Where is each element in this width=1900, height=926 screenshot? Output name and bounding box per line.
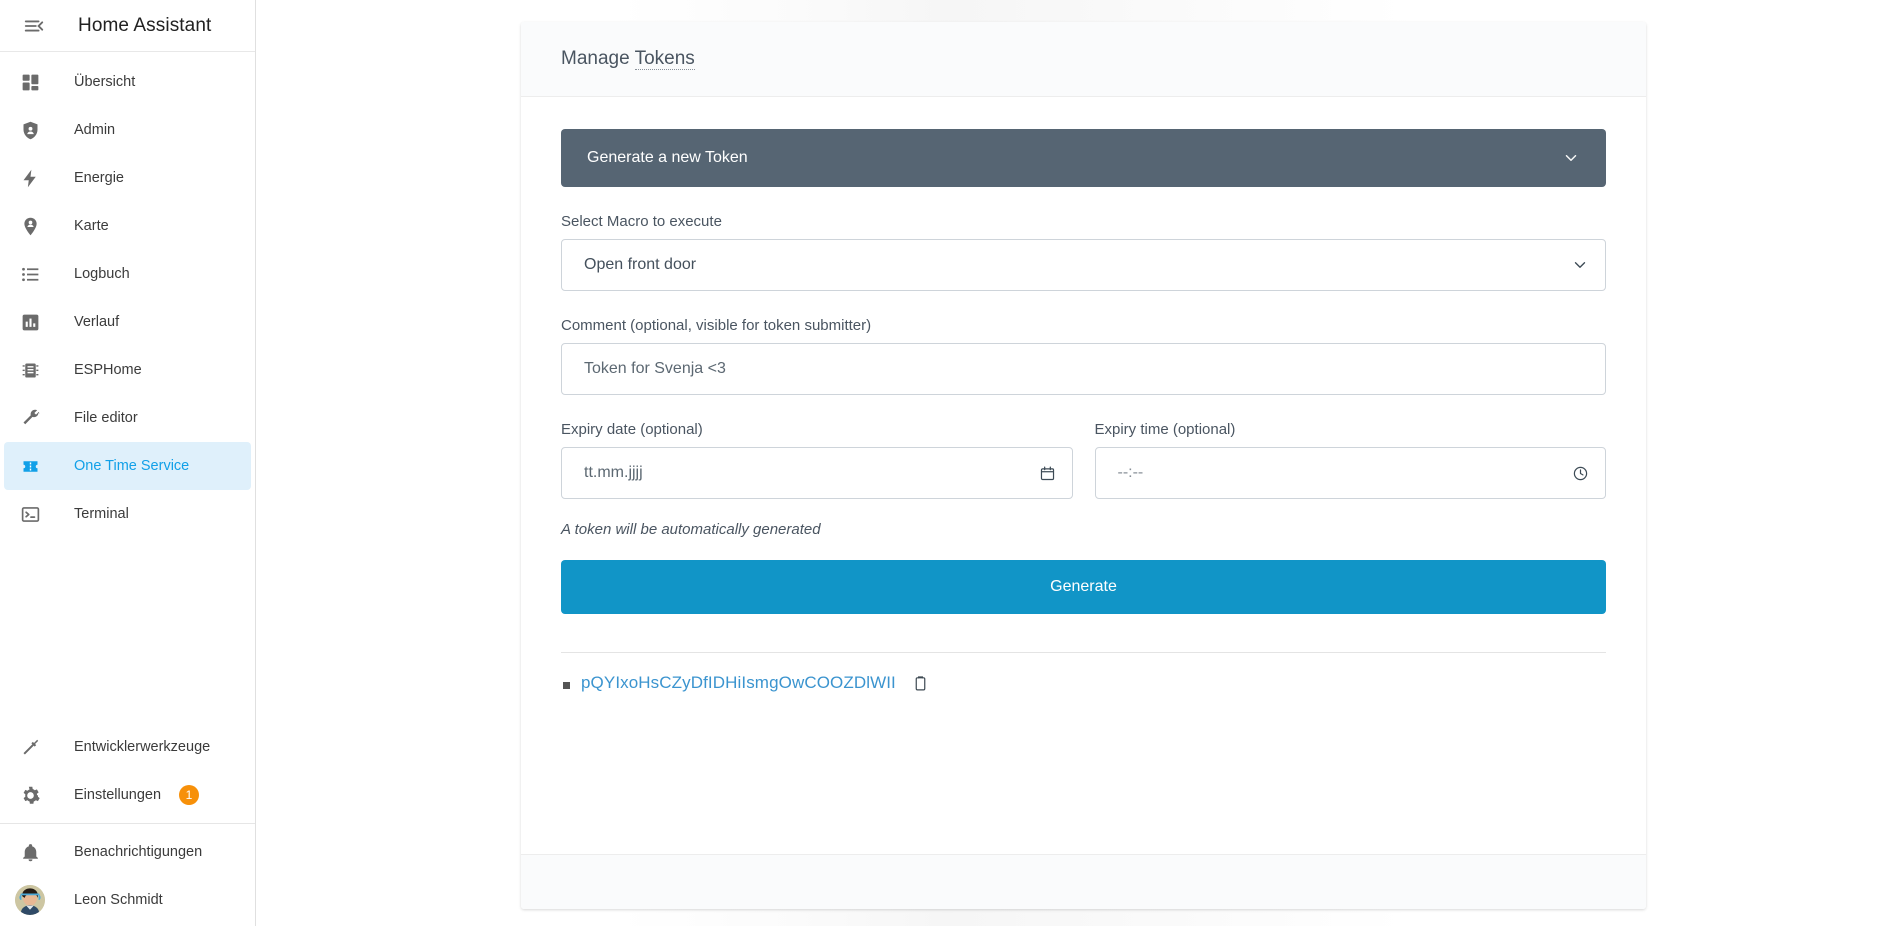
- sidebar-item-terminal[interactable]: Terminal: [4, 490, 251, 538]
- clipboard-icon[interactable]: [912, 675, 929, 692]
- app-root: Home Assistant Übersicht Admin Energie K…: [0, 0, 1900, 926]
- accordion-label: Generate a new Token: [587, 149, 748, 166]
- token-list: pQYIxoHsCZyDfIDHiIsmgOwCOOZDlWII: [561, 673, 1606, 693]
- chevron-down-icon: [1562, 149, 1580, 167]
- sidebar-item-energie[interactable]: Energie: [4, 154, 251, 202]
- view-dashboard-icon: [16, 68, 44, 96]
- expiry-time-label: Expiry time (optional): [1094, 421, 1236, 438]
- format-list-bulleted-icon: [16, 260, 44, 288]
- list-item: pQYIxoHsCZyDfIDHiIsmgOwCOOZDlWII: [563, 673, 1606, 693]
- ticket-icon: [16, 452, 44, 480]
- bell-icon: [16, 838, 44, 866]
- generate-token-accordion-header[interactable]: Generate a new Token: [561, 129, 1606, 187]
- expiry-row: Expiry date (optional) tt.mm.jjjj Expiry…: [561, 421, 1606, 499]
- macro-select[interactable]: Open front door: [561, 239, 1606, 291]
- sidebar-item-label: ESPHome: [74, 362, 142, 378]
- expiry-date-label: Expiry date (optional): [561, 421, 703, 438]
- sidebar-item-label: Energie: [74, 170, 124, 186]
- sidebar-item-benachrichtigungen[interactable]: Benachrichtigungen: [4, 828, 251, 876]
- sidebar-item-label: Verlauf: [74, 314, 120, 330]
- sidebar-item-karte[interactable]: Karte: [4, 202, 251, 250]
- page-title: Manage Tokens: [561, 48, 695, 70]
- sidebar-item-label: Karte: [74, 218, 109, 234]
- clock-icon[interactable]: [1572, 465, 1589, 482]
- expiry-date-placeholder: tt.mm.jjjj: [584, 464, 643, 481]
- token-auto-hint: A token will be automatically generated: [561, 521, 821, 538]
- map-marker-account-icon: [16, 212, 44, 240]
- card-body: Generate a new Token Select Macro to exe…: [521, 97, 1646, 854]
- expiry-time-input[interactable]: --:--: [1094, 447, 1606, 499]
- chart-box-icon: [16, 308, 44, 336]
- card-header: Manage Tokens: [521, 22, 1646, 97]
- sidebar-item-file-editor[interactable]: File editor: [4, 394, 251, 442]
- chevron-down-icon: [1571, 256, 1589, 274]
- cog-icon: [16, 781, 44, 809]
- bullet-icon: [563, 682, 570, 689]
- tokens-tooltip-word[interactable]: Tokens: [634, 48, 695, 70]
- generate-button[interactable]: Generate: [561, 560, 1606, 614]
- sidebar-item-label: Benachrichtigungen: [74, 844, 203, 860]
- status-badge: 1: [179, 785, 199, 805]
- hammer-icon: [16, 733, 44, 761]
- comment-label: Comment (optional, visible for token sub…: [561, 317, 872, 334]
- sidebar-item-einstellungen[interactable]: Einstellungen 1: [4, 771, 251, 819]
- macro-field-group: Select Macro to execute Open front door: [561, 213, 1606, 291]
- expiry-date-field-group: Expiry date (optional) tt.mm.jjjj: [561, 421, 1073, 499]
- comment-value: Token for Svenja <3: [584, 360, 726, 377]
- token-link[interactable]: pQYIxoHsCZyDfIDHiIsmgOwCOOZDlWII: [581, 673, 896, 693]
- wrench-icon: [16, 404, 44, 432]
- sidebar-item-label: Admin: [74, 122, 116, 138]
- page-title-prefix: Manage: [561, 48, 635, 69]
- manage-tokens-card: Manage Tokens Generate a new Token Selec…: [521, 22, 1646, 909]
- sidebar-item-label: One Time Service: [74, 458, 190, 474]
- sidebar-bottom-group: Entwicklerwerkzeuge Einstellungen 1 Bena…: [0, 723, 255, 926]
- shield-account-icon: [16, 116, 44, 144]
- sidebar-item-label: Übersicht: [74, 74, 136, 90]
- console-icon: [16, 500, 44, 528]
- hamburger-collapse-icon[interactable]: [14, 6, 54, 46]
- sidebar-item-admin[interactable]: Admin: [4, 106, 251, 154]
- sidebar-item-one-time-service[interactable]: One Time Service: [4, 442, 251, 490]
- sidebar-item-label: Einstellungen: [74, 787, 162, 803]
- sidebar-item-label: Logbuch: [74, 266, 130, 282]
- sidebar-item-user-profile[interactable]: Leon Schmidt: [4, 876, 251, 924]
- main-content: Manage Tokens Generate a new Token Selec…: [256, 0, 1900, 926]
- sidebar-item-entwicklerwerkzeuge[interactable]: Entwicklerwerkzeuge: [4, 723, 251, 771]
- expiry-time-field-group: Expiry time (optional) --:--: [1094, 421, 1606, 499]
- sidebar-item-label: File editor: [74, 410, 138, 426]
- card-footer: [521, 854, 1646, 909]
- sidebar-item-logbuch[interactable]: Logbuch: [4, 250, 251, 298]
- sidebar-nav: Übersicht Admin Energie Karte Logbuch Ve…: [0, 52, 255, 538]
- comment-field-group: Comment (optional, visible for token sub…: [561, 317, 1606, 395]
- sidebar-header: Home Assistant: [0, 0, 255, 52]
- sidebar-item-esphome[interactable]: ESPHome: [4, 346, 251, 394]
- app-title: Home Assistant: [78, 14, 212, 36]
- chip-icon: [16, 356, 44, 384]
- sidebar-item-label: Leon Schmidt: [74, 892, 163, 908]
- avatar: [14, 885, 45, 915]
- expiry-time-placeholder: --:--: [1117, 464, 1144, 481]
- sidebar-item-verlauf[interactable]: Verlauf: [4, 298, 251, 346]
- comment-input[interactable]: Token for Svenja <3: [561, 343, 1606, 395]
- section-divider: [561, 652, 1606, 653]
- sidebar-item-label: Entwicklerwerkzeuge: [74, 739, 211, 755]
- lightning-bolt-icon: [16, 164, 44, 192]
- expiry-date-input[interactable]: tt.mm.jjjj: [561, 447, 1073, 499]
- sidebar-item-uebersicht[interactable]: Übersicht: [4, 58, 251, 106]
- macro-selected-value: Open front door: [584, 256, 697, 273]
- sidebar-item-label: Terminal: [74, 506, 129, 522]
- sidebar: Home Assistant Übersicht Admin Energie K…: [0, 0, 256, 926]
- calendar-icon[interactable]: [1039, 465, 1056, 482]
- sidebar-divider: [0, 823, 255, 824]
- macro-label: Select Macro to execute: [561, 213, 722, 230]
